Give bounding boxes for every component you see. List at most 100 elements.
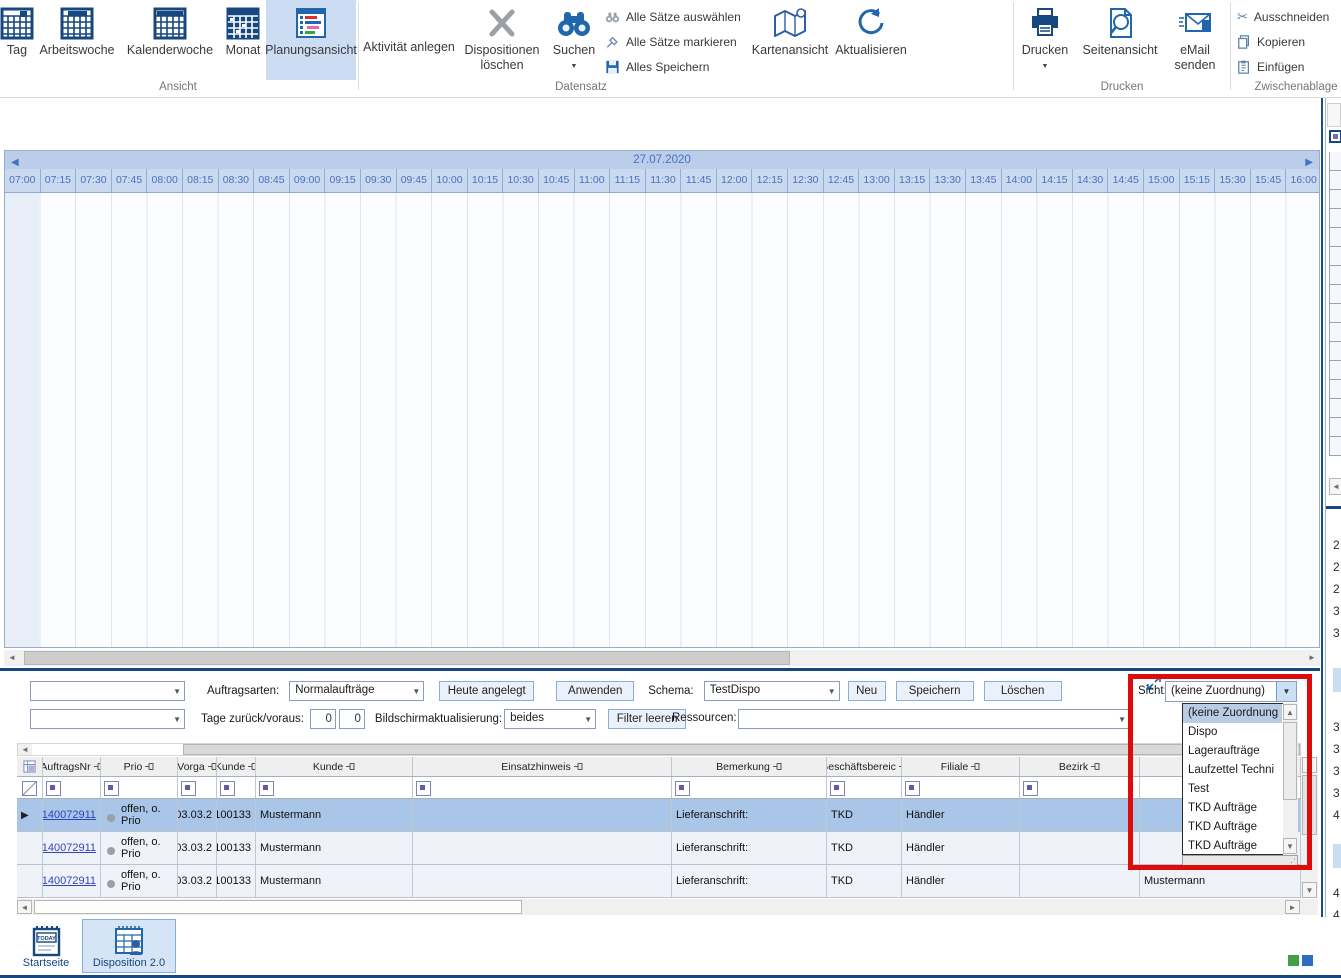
table-row[interactable]: 140072911 offen, o. Prio 03.03.2 100133 … [17, 832, 1301, 865]
timeline-hscroll-thumb[interactable] [24, 651, 790, 665]
column-header-prio[interactable]: Prio [101, 757, 178, 776]
table-filter-cell[interactable] [217, 777, 256, 798]
sicht-dropdown-arrow-icon[interactable]: ▼ [1276, 682, 1296, 701]
timeline-hscrollbar[interactable]: ◄ ► [4, 650, 1320, 666]
filter-combobox-1[interactable]: ▼ [30, 681, 185, 701]
row-selector-cell[interactable] [17, 865, 43, 897]
sicht-dropdown-item[interactable]: TKD Aufträge [1183, 818, 1282, 837]
filter-box-icon[interactable] [181, 781, 196, 796]
tag-button[interactable]: Tag [0, 0, 34, 80]
filter-box-icon[interactable] [905, 781, 920, 796]
filter-box-icon[interactable] [104, 781, 119, 796]
filter-box-icon[interactable] [416, 781, 431, 796]
filter-box-icon[interactable] [259, 781, 274, 796]
auftragsarten-combobox[interactable]: Normalaufträge▼ [289, 681, 424, 701]
table-scroll-right-icon[interactable]: ► [1285, 900, 1300, 914]
filter-box-icon[interactable] [220, 781, 235, 796]
filter-combobox-2[interactable]: ▼ [30, 709, 185, 729]
kopieren-button[interactable]: Kopieren [1233, 29, 1341, 54]
sicht-dropdown-item[interactable]: Laufzettel Techni [1183, 761, 1282, 780]
filter-disabled-icon[interactable] [22, 781, 37, 796]
timeline-grid[interactable] [5, 193, 1319, 647]
row-selector-cell[interactable]: ▶ [17, 799, 43, 831]
kalenderwoche-button[interactable]: Kalenderwoche [120, 0, 220, 80]
column-pin-icon[interactable] [971, 762, 980, 771]
aktivitaet-anlegen-button[interactable]: Aktivität anlegen [361, 0, 457, 91]
anwenden-button[interactable]: Anwenden [556, 681, 634, 701]
filter-box-icon[interactable] [675, 781, 690, 796]
table-filter-cell[interactable] [17, 777, 43, 798]
drucken-button[interactable]: Drucken ▼ [1016, 0, 1074, 80]
table-filter-cell[interactable] [178, 777, 217, 798]
loeschen-button[interactable]: Löschen [984, 681, 1062, 701]
resize-grip-icon[interactable]: ⋰ [1287, 856, 1296, 868]
alle-saetze-markieren-button[interactable]: Alle Sätze markieren [601, 29, 749, 54]
tage-zurueck-input[interactable]: 0 [310, 709, 336, 729]
drucken-dropdown-arrow-icon[interactable]: ▼ [1042, 59, 1049, 74]
right-pane-splitter[interactable] [1321, 98, 1323, 950]
column-header-geschaeftsbereich[interactable]: Geschäftsbereic [827, 757, 902, 776]
table-filter-cell[interactable] [256, 777, 413, 798]
table-top-scroll-left-icon[interactable]: ◄ [18, 744, 32, 755]
table-scroll-up-icon[interactable]: ▲ [1302, 757, 1317, 773]
timeline-scroll-left-icon[interactable]: ◄ [4, 650, 20, 666]
timeline-scroll-right-icon[interactable]: ► [1304, 650, 1320, 666]
table-top-hscroll-thumb[interactable] [183, 744, 1300, 755]
ressourcen-filter-combobox[interactable]: ▼ [738, 709, 1130, 729]
filter-box-icon[interactable] [46, 781, 61, 796]
table-scroll-down-icon[interactable]: ▼ [1302, 882, 1317, 898]
column-header-kunde[interactable]: Kunde [256, 757, 413, 776]
tab-startseite[interactable]: TODAY Startseite [14, 922, 78, 972]
neu-button[interactable]: Neu [848, 681, 886, 701]
table-row[interactable]: ▶ 140072911 offen, o. Prio 03.03.2 10013… [17, 799, 1301, 832]
heute-angelegt-button[interactable]: Heute angelegt [439, 681, 534, 701]
column-header-kunde-nr[interactable]: Kunde [217, 757, 256, 776]
column-header-einsatzhinweis[interactable]: Einsatzhinweis [413, 757, 672, 776]
ausschneiden-button[interactable]: ✂ Ausschneiden [1233, 4, 1341, 29]
sicht-dropdown-item[interactable]: Dispo [1183, 723, 1282, 742]
column-header-filiale[interactable]: Filiale [902, 757, 1020, 776]
pane-splitter[interactable] [0, 668, 1320, 671]
table-vscroll-thumb[interactable] [1302, 775, 1317, 835]
einfuegen-button[interactable]: Einfügen [1233, 54, 1341, 79]
column-pin-icon[interactable] [1091, 762, 1100, 771]
monat-button[interactable]: Monat [220, 0, 266, 80]
tab-disposition[interactable]: Disposition 2.0 [82, 919, 176, 973]
table-corner-button[interactable] [17, 757, 43, 776]
sicht-dropdown-item[interactable]: (keine Zuordnung [1183, 704, 1282, 723]
row-selector-cell[interactable] [17, 832, 43, 864]
seitenansicht-button[interactable]: Seitenansicht [1074, 0, 1166, 80]
column-pin-icon[interactable] [145, 762, 154, 771]
dropdown-scroll-down-icon[interactable]: ▼ [1283, 838, 1297, 854]
column-pin-icon[interactable] [248, 762, 256, 771]
column-pin-icon[interactable] [574, 762, 583, 771]
table-filter-cell[interactable] [101, 777, 178, 798]
auftragsnr-link[interactable]: 140072911 [43, 842, 96, 854]
column-header-bezirk[interactable]: Bezirk [1020, 757, 1140, 776]
arbeitswoche-button[interactable]: Arbeitswoche [34, 0, 120, 80]
mini-scroll-left-icon[interactable]: ◄ [1329, 478, 1341, 495]
column-pin-icon[interactable] [94, 762, 101, 771]
sicht-dropdown-item[interactable]: Test [1183, 780, 1282, 799]
suchen-dropdown-arrow-icon[interactable]: ▼ [571, 59, 578, 74]
aktualisieren-button[interactable]: Aktualisieren [831, 0, 911, 80]
dispositionen-loeschen-button[interactable]: Dispositionen löschen [457, 0, 547, 80]
table-scroll-left-icon[interactable]: ◄ [17, 900, 32, 914]
table-filter-cell[interactable] [672, 777, 827, 798]
alles-speichern-button[interactable]: Alles Speichern [601, 54, 749, 79]
table-filter-cell[interactable] [413, 777, 672, 798]
table-row[interactable]: 140072911 offen, o. Prio 03.03.2 100133 … [17, 865, 1301, 898]
filter-box-icon[interactable] [830, 781, 845, 796]
dropdown-resize-bar[interactable]: ⋰ [1182, 855, 1298, 869]
column-header-vorgabe[interactable]: Vorga [178, 757, 217, 776]
column-pin-icon[interactable] [773, 762, 782, 771]
table-top-hscrollbar[interactable]: ◄ [17, 743, 1301, 756]
speichern-button[interactable]: Speichern [896, 681, 974, 701]
kartenansicht-button[interactable]: Kartenansicht [749, 0, 831, 80]
table-filter-cell[interactable] [902, 777, 1020, 798]
sicht-dropdown-item[interactable]: TKD Aufträge [1183, 799, 1282, 818]
column-pin-icon[interactable] [208, 762, 217, 771]
table-filter-cell[interactable] [43, 777, 101, 798]
table-filter-cell[interactable] [1020, 777, 1140, 798]
auftragsnr-link[interactable]: 140072911 [43, 809, 96, 821]
